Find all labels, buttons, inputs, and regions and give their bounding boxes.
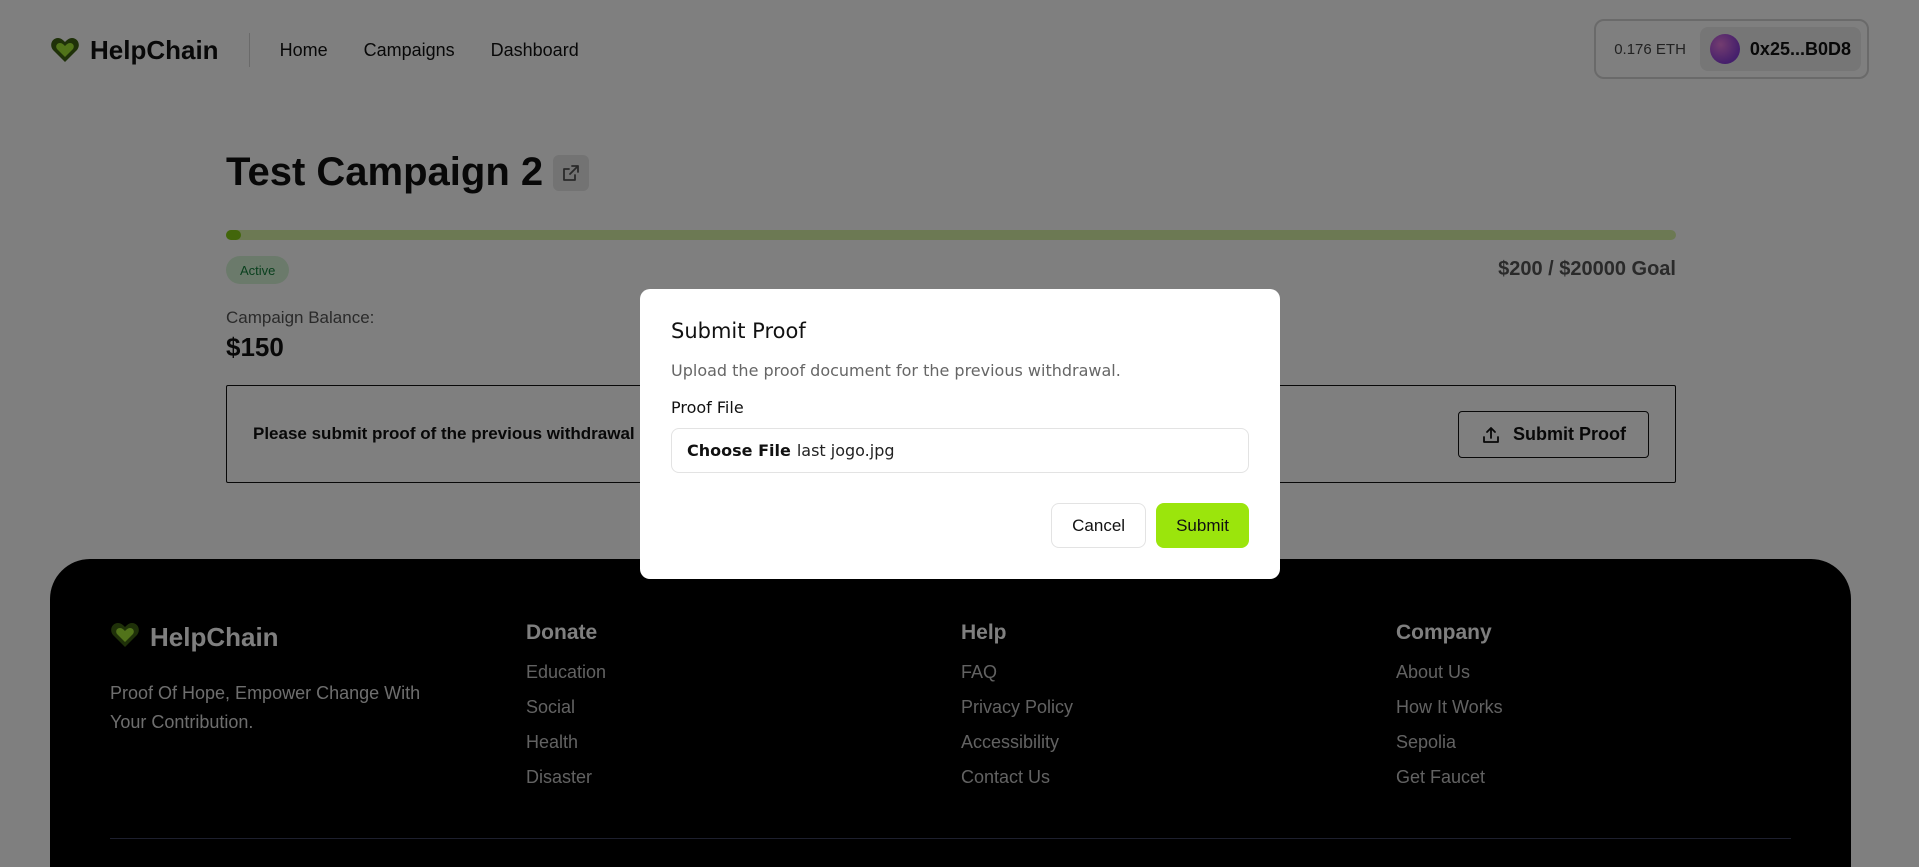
proof-file-label: Proof File: [671, 398, 744, 417]
dialog-actions: Cancel Submit: [1051, 503, 1249, 548]
proof-file-input[interactable]: Choose File last jogo.jpg: [671, 428, 1249, 473]
dialog-description: Upload the proof document for the previo…: [671, 361, 1121, 380]
dialog-title: Submit Proof: [671, 319, 806, 343]
submit-button[interactable]: Submit: [1156, 503, 1249, 548]
cancel-button[interactable]: Cancel: [1051, 503, 1147, 548]
selected-file-name: last jogo.jpg: [796, 441, 895, 460]
submit-proof-dialog: Submit Proof Upload the proof document f…: [640, 289, 1280, 579]
choose-file-button[interactable]: Choose File: [687, 441, 791, 460]
